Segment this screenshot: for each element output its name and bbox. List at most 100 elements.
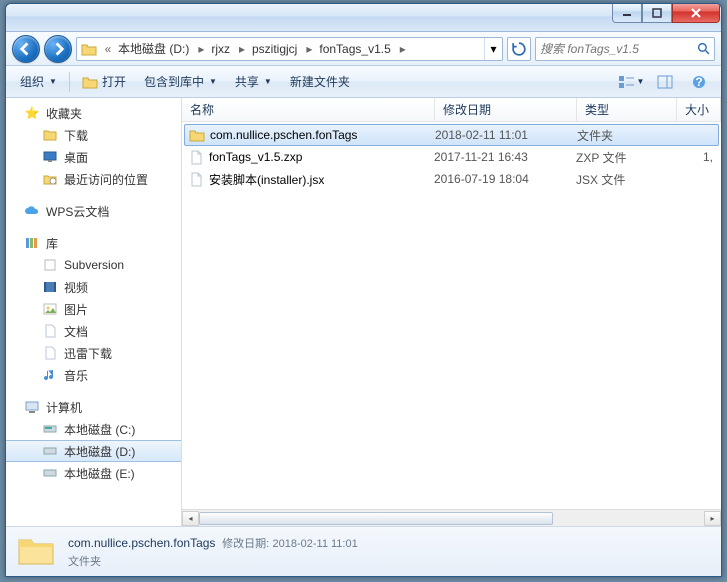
column-name[interactable]: 名称 <box>182 98 435 121</box>
sidebar-item-drive-e[interactable]: 本地磁盘 (E:) <box>6 462 181 484</box>
include-label: 包含到库中 <box>144 73 204 90</box>
chevron-right-icon[interactable]: ▸ <box>396 38 410 60</box>
sidebar-item-video[interactable]: 视频 <box>6 276 181 298</box>
include-button[interactable]: 包含到库中 ▼ <box>136 70 225 94</box>
details-info: com.nullice.pschen.fonTags 修改日期: 2018-02… <box>68 535 358 569</box>
chevron-right-icon[interactable]: « <box>101 38 115 60</box>
column-size[interactable]: 大小 <box>677 98 721 121</box>
chevron-right-icon[interactable]: ▸ <box>235 38 249 60</box>
sidebar-libraries-header[interactable]: 库 <box>6 232 181 254</box>
organize-button[interactable]: 组织▼ <box>12 70 65 94</box>
sidebar-item-subversion[interactable]: Subversion <box>6 254 181 276</box>
sidebar-item-music[interactable]: 音乐 <box>6 364 181 386</box>
pictures-icon <box>42 301 58 317</box>
scroll-right-button[interactable]: ▸ <box>704 511 721 526</box>
address-dropdown[interactable]: ▾ <box>484 38 502 60</box>
sidebar-item-desktop[interactable]: 桌面 <box>6 146 181 168</box>
crumb-pszitigjcj[interactable]: pszitigjcj <box>249 38 302 60</box>
refresh-button[interactable] <box>507 37 531 61</box>
column-headers: 名称 修改日期 类型 大小 <box>182 98 721 122</box>
address-bar[interactable]: « 本地磁盘 (D:)▸ rjxz▸ pszitigjcj▸ fonTags_v… <box>76 37 503 61</box>
newfolder-button[interactable]: 新建文件夹 <box>282 70 358 94</box>
sidebar-item-drive-c[interactable]: 本地磁盘 (C:) <box>6 418 181 440</box>
preview-pane-button[interactable] <box>649 71 681 93</box>
share-label: 共享 <box>235 73 259 90</box>
details-type: 文件夹 <box>68 553 358 569</box>
music-icon <box>42 367 58 383</box>
scroll-thumb[interactable] <box>199 512 553 525</box>
sidebar-group-computer: 计算机 本地磁盘 (C:) 本地磁盘 (D:) 本地磁盘 (E:) <box>6 396 181 484</box>
forward-button[interactable] <box>44 35 72 63</box>
window-titlebar[interactable] <box>6 4 721 32</box>
scroll-left-button[interactable]: ◂ <box>182 511 199 526</box>
downloads-icon <box>42 127 58 143</box>
drive-icon <box>42 443 58 459</box>
sidebar-item-recent[interactable]: 最近访问的位置 <box>6 168 181 190</box>
star-icon: ⭐ <box>24 105 40 121</box>
newfolder-label: 新建文件夹 <box>290 73 350 90</box>
file-row[interactable]: com.nullice.pschen.fonTags2018-02-11 11:… <box>184 124 719 146</box>
open-label: 打开 <box>102 73 126 90</box>
file-row[interactable]: 安装脚本(installer).jsx2016-07-19 18:04JSX 文… <box>182 168 721 190</box>
file-date: 2017-11-21 16:43 <box>434 150 576 164</box>
column-type[interactable]: 类型 <box>577 98 677 121</box>
docs-icon <box>42 323 58 339</box>
scroll-track[interactable] <box>199 511 704 526</box>
file-row[interactable]: fonTags_v1.5.zxp2017-11-21 16:43ZXP 文件1, <box>182 146 721 168</box>
file-icon <box>188 171 204 187</box>
open-folder-icon <box>82 74 98 90</box>
close-button[interactable] <box>672 3 720 23</box>
sidebar-item-downloads[interactable]: 下载 <box>6 124 181 146</box>
crumb-drive-d[interactable]: 本地磁盘 (D:) <box>115 38 194 60</box>
window-body: ⭐收藏夹 下载 桌面 最近访问的位置 WPS云文档 库 Subversion 视… <box>6 98 721 526</box>
sidebar-group-wps: WPS云文档 <box>6 200 181 222</box>
chevron-down-icon: ▼ <box>49 77 57 86</box>
navigation-pane[interactable]: ⭐收藏夹 下载 桌面 最近访问的位置 WPS云文档 库 Subversion 视… <box>6 98 182 526</box>
view-options-button[interactable]: ▼ <box>615 71 647 93</box>
file-name: com.nullice.pschen.fonTags <box>210 128 357 142</box>
sidebar-item-wps[interactable]: WPS云文档 <box>6 200 181 222</box>
sidebar-item-docs[interactable]: 文档 <box>6 320 181 342</box>
drive-icon <box>42 465 58 481</box>
chevron-right-icon[interactable]: ▸ <box>194 38 208 60</box>
search-box[interactable] <box>535 37 715 61</box>
folder-icon <box>79 39 99 59</box>
file-type: ZXP 文件 <box>576 149 676 166</box>
window-buttons <box>612 3 720 23</box>
details-pane: com.nullice.pschen.fonTags 修改日期: 2018-02… <box>6 526 721 576</box>
details-meta-value: 2018-02-11 11:01 <box>273 538 358 550</box>
file-date: 2016-07-19 18:04 <box>434 172 576 186</box>
recent-icon <box>42 171 58 187</box>
horizontal-scrollbar[interactable]: ◂ ▸ <box>182 509 721 526</box>
file-rows[interactable]: com.nullice.pschen.fonTags2018-02-11 11:… <box>182 122 721 509</box>
drive-icon <box>42 421 58 437</box>
minimize-button[interactable] <box>612 3 642 23</box>
help-button[interactable]: ? <box>683 71 715 93</box>
crumb-fontags[interactable]: fonTags_v1.5 <box>316 38 395 60</box>
back-button[interactable] <box>12 35 40 63</box>
column-date[interactable]: 修改日期 <box>435 98 577 121</box>
open-button[interactable]: 打开 <box>74 70 134 94</box>
download-icon <box>42 345 58 361</box>
file-icon <box>188 149 204 165</box>
sidebar-item-drive-d[interactable]: 本地磁盘 (D:) <box>6 440 181 462</box>
separator <box>69 72 70 92</box>
library-icon <box>24 235 40 251</box>
details-meta-label: 修改日期: <box>222 538 269 550</box>
crumb-rjxz[interactable]: rjxz <box>208 38 235 60</box>
chevron-down-icon: ▼ <box>637 77 645 86</box>
sidebar-computer-header[interactable]: 计算机 <box>6 396 181 418</box>
file-type: JSX 文件 <box>576 171 676 188</box>
explorer-window: « 本地磁盘 (D:)▸ rjxz▸ pszitigjcj▸ fonTags_v… <box>5 3 722 577</box>
sidebar-favorites-header[interactable]: ⭐收藏夹 <box>6 102 181 124</box>
search-input[interactable] <box>540 42 697 56</box>
sidebar-item-xunlei[interactable]: 迅雷下载 <box>6 342 181 364</box>
share-button[interactable]: 共享▼ <box>227 70 280 94</box>
chevron-right-icon[interactable]: ▸ <box>302 38 316 60</box>
chevron-down-icon: ▼ <box>209 77 217 86</box>
svg-text:?: ? <box>695 75 702 89</box>
cloud-icon <box>24 203 40 219</box>
sidebar-item-pictures[interactable]: 图片 <box>6 298 181 320</box>
maximize-button[interactable] <box>642 3 672 23</box>
file-name: fonTags_v1.5.zxp <box>209 150 302 164</box>
